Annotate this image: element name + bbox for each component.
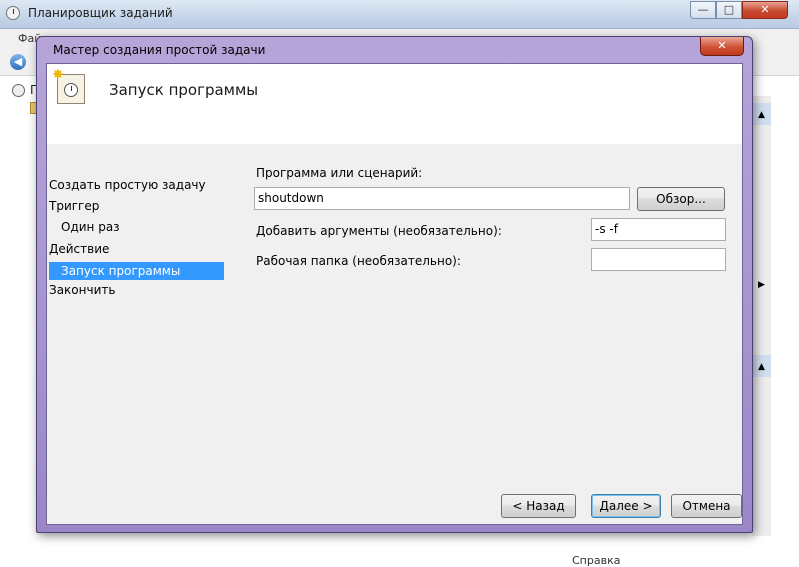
nav-step-once[interactable]: Один раз — [61, 218, 120, 236]
close-button[interactable]: ✕ — [742, 1, 788, 19]
clock-icon — [6, 6, 20, 20]
nav-step-finish[interactable]: Закончить — [49, 281, 115, 299]
wizard-header: ✸ Запуск программы — [47, 64, 742, 144]
program-label: Программа или сценарий: — [256, 166, 423, 180]
cancel-button[interactable]: Отмена — [671, 494, 742, 518]
minimize-button[interactable]: — — [690, 1, 716, 19]
nav-step-trigger[interactable]: Триггер — [49, 197, 99, 215]
program-input[interactable]: shoutdown — [254, 187, 630, 210]
working-folder-input[interactable] — [591, 248, 726, 271]
clock-icon — [64, 83, 78, 97]
main-titlebar: Планировщик заданий — □ ✕ — [0, 0, 799, 29]
arrow-left-icon[interactable]: ◀ — [10, 54, 26, 70]
actions-panel-scrollbar[interactable] — [752, 96, 771, 536]
nav-step-run-program[interactable]: Запуск программы — [61, 262, 180, 280]
actions-help-item[interactable]: Справка — [572, 554, 620, 567]
wizard-close-button[interactable]: ✕ — [700, 37, 744, 56]
maximize-button[interactable]: □ — [716, 1, 742, 19]
chevron-up-icon[interactable]: ▲ — [758, 110, 765, 120]
browse-button[interactable]: Обзор... — [637, 187, 725, 211]
nav-step-create[interactable]: Создать простую задачу — [49, 176, 206, 194]
wizard-client-area: ✸ Запуск программы Создать простую задач… — [46, 63, 743, 525]
chevron-up-icon[interactable]: ▲ — [758, 362, 765, 372]
task-icon: ✸ — [52, 67, 85, 104]
working-folder-label: Рабочая папка (необязательно): — [256, 254, 461, 268]
arguments-label: Добавить аргументы (необязательно): — [256, 224, 502, 238]
arguments-input[interactable]: -s -f — [591, 218, 726, 241]
wizard-steps-nav: Создать простую задачу Триггер Один раз … — [47, 144, 232, 524]
next-button[interactable]: Далее > — [591, 494, 661, 518]
sparkle-icon: ✸ — [52, 67, 64, 83]
wizard-titlebar: Мастер создания простой задачи ✕ — [37, 37, 752, 63]
page-title: Запуск программы — [109, 81, 259, 99]
back-button[interactable]: < Назад — [501, 494, 576, 518]
create-basic-task-wizard: Мастер создания простой задачи ✕ ✸ Запус… — [36, 36, 753, 533]
clock-icon — [12, 84, 25, 97]
main-window-title: Планировщик заданий — [28, 6, 173, 20]
wizard-title: Мастер создания простой задачи — [53, 43, 266, 57]
chevron-right-icon[interactable]: ▶ — [758, 280, 765, 290]
nav-step-action[interactable]: Действие — [49, 240, 109, 258]
